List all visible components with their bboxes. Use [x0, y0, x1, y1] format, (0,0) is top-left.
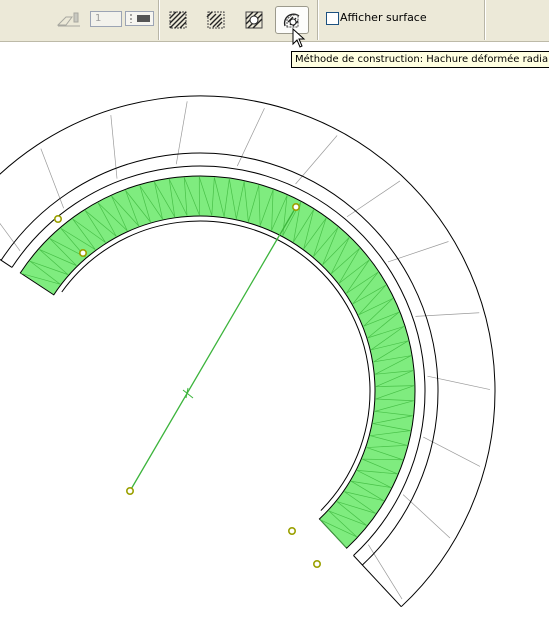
hotspot-node: [287, 526, 296, 535]
hotspot-node: [79, 249, 88, 258]
drawing-canvas[interactable]: [0, 42, 549, 644]
wall-outlines: [0, 95, 496, 608]
hotspot-node: [126, 486, 135, 495]
hatch-deformed-icon: [206, 11, 225, 29]
hatch-fit-button[interactable]: [241, 8, 267, 32]
toolbar-separator: [484, 0, 485, 40]
radial-deformed-hatch[interactable]: [19, 175, 416, 549]
hatch-line: [427, 375, 491, 390]
hatch-fill: [19, 175, 416, 549]
hotspot-node: [291, 203, 300, 212]
hatch-line: [175, 101, 188, 165]
line-type-icon[interactable]: [125, 11, 155, 31]
hotspot-nodes[interactable]: [53, 203, 321, 568]
show-surface-label: Afficher surface: [340, 11, 427, 24]
toolbar-separator: [317, 0, 318, 40]
hatch-deformed-button[interactable]: [203, 8, 229, 32]
hatch-parallel-icon: [169, 11, 187, 29]
hotspot-node: [312, 559, 321, 568]
hatch-line: [368, 544, 403, 600]
hatch-fit-icon: [245, 11, 263, 29]
hatch-line: [236, 108, 265, 167]
hatch-parallel-button[interactable]: [165, 8, 191, 32]
show-surface-checkbox[interactable]: [326, 12, 339, 25]
wall-arc: [0, 95, 496, 608]
hatch-line: [40, 148, 65, 209]
pen-icon[interactable]: [56, 10, 82, 32]
toolbar-separator: [158, 0, 159, 40]
wall-end-line: [353, 555, 402, 608]
hotspot-node: [53, 215, 62, 224]
hatch-line: [423, 436, 481, 467]
axis-line: [129, 206, 297, 492]
mouse-cursor-icon: [292, 28, 306, 48]
tooltip: Méthode de construction: Hachure déformé…: [291, 51, 549, 68]
hatch-line: [387, 241, 449, 263]
hatch-line: [0, 222, 21, 252]
construction-toolbar: 1 Afficher surface: [0, 0, 549, 42]
hatch-line: [346, 180, 401, 218]
hatch-line: [402, 494, 451, 539]
pen-number-field[interactable]: 1: [90, 11, 122, 27]
outer-band-hatch: [0, 101, 491, 600]
hatch-line: [295, 135, 338, 185]
center-axis-line: [129, 206, 297, 492]
